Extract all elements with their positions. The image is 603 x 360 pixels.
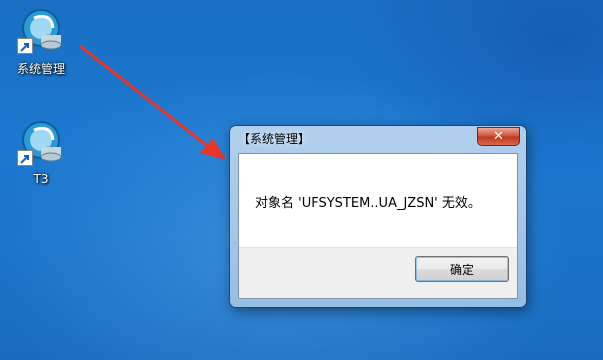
close-icon: ✕ bbox=[493, 129, 504, 144]
shortcut-arrow-icon bbox=[17, 150, 33, 166]
dialog-title: 【系统管理】 bbox=[238, 132, 311, 146]
ok-button[interactable]: 确定 bbox=[415, 256, 509, 282]
desktop-icon-system-management[interactable]: 系统管理 bbox=[2, 6, 80, 77]
error-dialog: 【系统管理】 ✕ 对象名 'UFSYSTEM..UA_JZSN' 无效。 确定 bbox=[230, 126, 526, 307]
button-bar: 确定 bbox=[239, 247, 517, 298]
error-message: 对象名 'UFSYSTEM..UA_JZSN' 无效。 bbox=[255, 196, 481, 211]
desktop-icon-label: T3 bbox=[33, 172, 49, 186]
shortcut-arrow-icon bbox=[17, 38, 33, 54]
desktop-icon-label: 系统管理 bbox=[16, 62, 65, 76]
t3-app-icon bbox=[17, 118, 65, 166]
close-button[interactable]: ✕ bbox=[477, 127, 520, 146]
system-management-app-icon bbox=[17, 6, 65, 54]
message-area: 对象名 'UFSYSTEM..UA_JZSN' 无效。 bbox=[239, 154, 517, 247]
desktop-icon-t3[interactable]: T3 bbox=[2, 118, 80, 186]
dialog-client-area: 对象名 'UFSYSTEM..UA_JZSN' 无效。 确定 bbox=[238, 153, 518, 299]
